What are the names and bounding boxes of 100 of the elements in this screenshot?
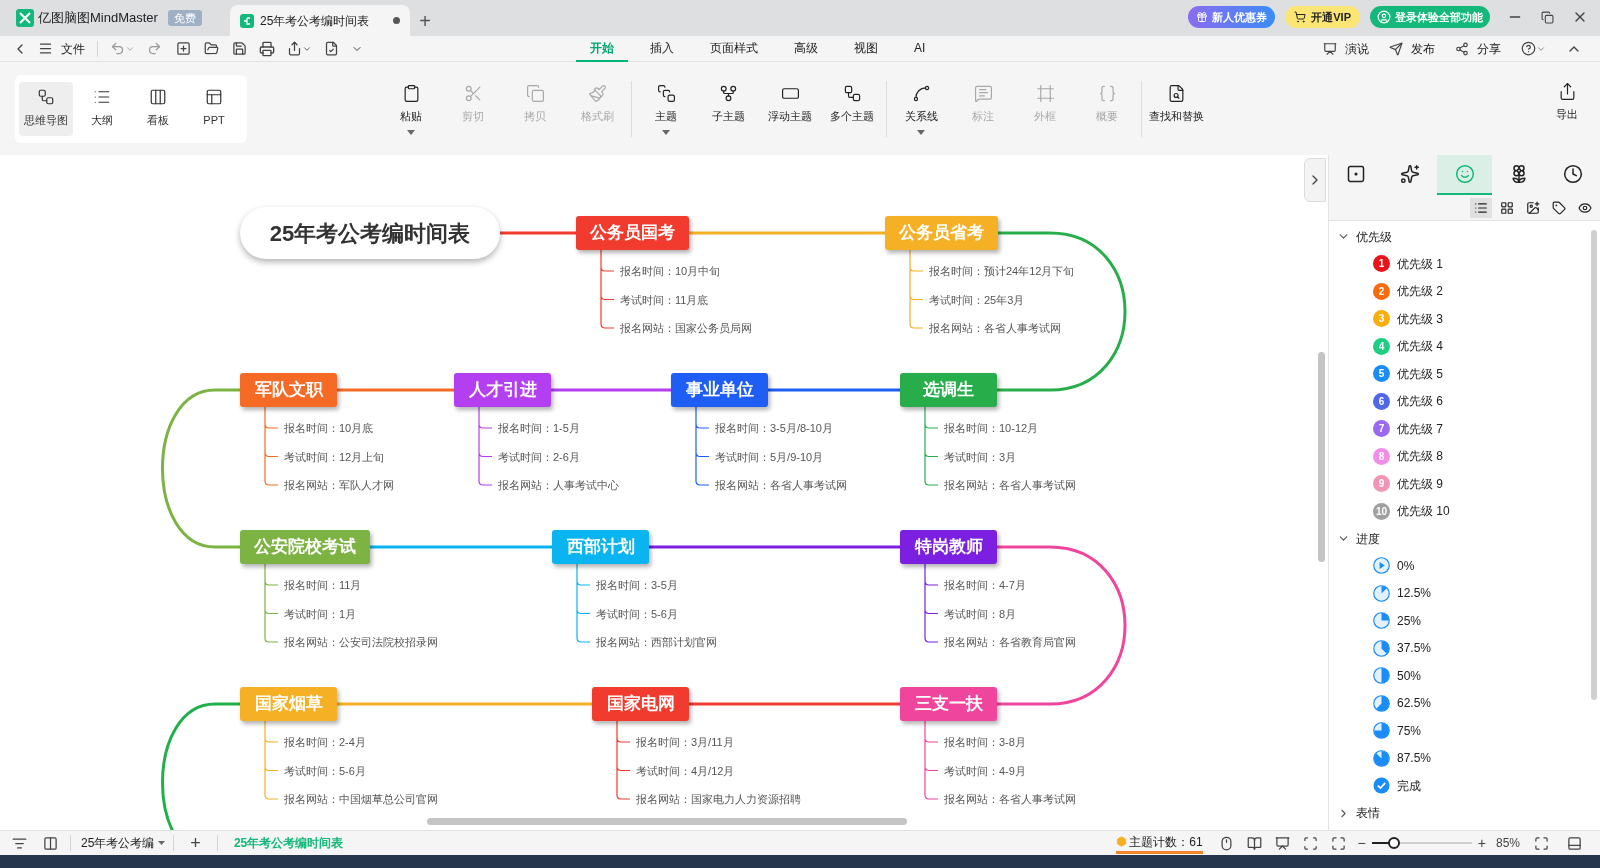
view-mode-button[interactable] [1470, 197, 1492, 218]
toolbar-button[interactable]: 多个主题 [821, 73, 883, 144]
zoom-level[interactable]: 85% [1495, 834, 1520, 852]
columns-icon[interactable] [43, 835, 58, 851]
marker-option[interactable]: 优先级 4 [1397, 337, 1443, 356]
subtopic-text[interactable]: 报名网站：中国烟草总公司官网 [284, 792, 438, 806]
sheet-dropdown[interactable]: 25年考公考编 [81, 834, 166, 852]
subtopic-text[interactable]: 报名网站：人事考试中心 [498, 478, 619, 492]
view-mode-button[interactable]: 思维导图 [19, 81, 73, 136]
subtopic-text[interactable]: 考试时间：11月底 [620, 292, 709, 307]
document-tab[interactable]: 25年考公考编时间表 [230, 5, 410, 36]
menu-tab[interactable]: 高级 [780, 36, 832, 62]
marker-option[interactable]: 优先级 1 [1397, 254, 1443, 273]
subtopic-text[interactable]: 报名网站：军队人才网 [284, 478, 394, 492]
subtopic-text[interactable]: 考试时间：25年3月 [929, 292, 1025, 307]
new-tab-button[interactable]: + [410, 5, 440, 36]
menu-tab[interactable]: 视图 [840, 36, 892, 62]
menu-tab[interactable]: AI [900, 36, 940, 62]
toolbar-button[interactable]: 浮动主题 [759, 73, 821, 144]
expand-icon[interactable] [1534, 835, 1549, 851]
subtopic-text[interactable]: 报名时间：11月 [284, 578, 362, 592]
section-header[interactable]: 进度 [1329, 525, 1380, 552]
marker-option[interactable]: 50% [1397, 666, 1422, 685]
view-mode-button[interactable]: 看板 [131, 81, 185, 136]
print-icon[interactable] [259, 40, 275, 57]
section-header[interactable]: 表情 [1329, 799, 1380, 827]
view-mode-button[interactable]: PPT [187, 81, 241, 136]
subtopic-text[interactable]: 报名时间：10月底 [284, 421, 374, 435]
marker-option[interactable]: 优先级 5 [1397, 364, 1443, 383]
outline-icon[interactable] [12, 835, 27, 851]
new-icon[interactable] [176, 41, 191, 56]
menu-icon[interactable] [38, 41, 53, 56]
subtopic-text[interactable]: 报名时间：10月中旬 [620, 264, 721, 278]
scrollbar[interactable] [1591, 230, 1597, 700]
mouse-icon[interactable] [1218, 835, 1234, 851]
marker-option[interactable]: 37.5% [1397, 639, 1432, 658]
marker-option[interactable]: 87.5% [1397, 749, 1432, 768]
toolbar-button[interactable]: 关系线 [890, 73, 952, 144]
presenter-icon[interactable] [1274, 835, 1290, 851]
subtopic-text[interactable]: 报名时间：3-8月 [944, 735, 1026, 749]
vip-button[interactable]: 开通VIP [1285, 6, 1360, 28]
topic-node[interactable]: 特岗教师 [900, 530, 997, 564]
marker-option[interactable]: 优先级 8 [1397, 447, 1443, 466]
marker-option[interactable]: 优先级 9 [1397, 474, 1443, 493]
subtopic-text[interactable]: 报名时间：3月/11月 [636, 735, 734, 749]
file-menu[interactable]: 文件 [61, 39, 85, 58]
topic-node[interactable]: 公务员国考 [576, 216, 689, 250]
zoom-in-button[interactable]: + [1477, 832, 1486, 854]
topic-node[interactable]: 国家电网 [592, 687, 689, 721]
marker-option[interactable]: 优先级 2 [1397, 282, 1443, 301]
subtopic-text[interactable]: 报名网站：各省人事考试网 [944, 478, 1076, 492]
fit-icon[interactable] [1302, 835, 1318, 851]
subtopic-text[interactable]: 考试时间：5-6月 [284, 763, 366, 778]
menu-tab[interactable]: 页面样式 [696, 36, 772, 62]
subtopic-text[interactable]: 考试时间：1月 [284, 606, 357, 621]
add-sheet-button[interactable]: + [190, 834, 201, 852]
subtopic-text[interactable]: 报名网站：国家电力人力资源招聘 [636, 792, 801, 806]
panel-icon[interactable] [1567, 835, 1582, 851]
subtopic-text[interactable]: 考试时间：4月/12月 [636, 763, 735, 778]
topic-node[interactable]: 事业单位 [671, 373, 768, 407]
toolbar-button[interactable]: 查找和替换 [1145, 73, 1207, 144]
subtopic-text[interactable]: 报名时间：3-5月/8-10月 [715, 421, 833, 435]
toolbar-action[interactable]: 分享 [1455, 39, 1501, 58]
restore-icon[interactable] [1541, 10, 1554, 24]
help-icon[interactable] [1521, 41, 1536, 56]
toolbar-button[interactable]: 主题 [635, 73, 697, 144]
redo-icon[interactable] [147, 41, 162, 56]
marker-option[interactable]: 完成 [1397, 776, 1421, 795]
subtopic-text[interactable]: 报名时间：10-12月 [944, 421, 1039, 435]
subtopic-text[interactable]: 考试时间：4-9月 [944, 763, 1026, 778]
undo-icon[interactable] [110, 41, 125, 56]
marker-option[interactable]: 25% [1397, 611, 1422, 630]
subtopic-text[interactable]: 报名时间：1-5月 [498, 421, 580, 435]
subtopic-text[interactable]: 考试时间：5-6月 [596, 606, 678, 621]
marker-option[interactable]: 优先级 10 [1397, 502, 1450, 521]
marker-option[interactable]: 12.5% [1397, 584, 1432, 603]
subtopic-text[interactable]: 报名网站：西部计划官网 [596, 635, 717, 649]
subtopic-text[interactable]: 考试时间：12月上旬 [284, 449, 385, 464]
marker-option[interactable]: 0% [1397, 556, 1415, 575]
folder-icon[interactable] [204, 41, 219, 56]
subtopic-text[interactable]: 报名时间：2-4月 [284, 735, 366, 749]
root-topic[interactable]: 25年考公考编时间表 [240, 207, 500, 259]
toolbar-button[interactable]: 子主题 [697, 73, 759, 144]
menu-tab[interactable]: 插入 [636, 36, 688, 62]
subtopic-text[interactable]: 报名网站：各省人事考试网 [944, 792, 1076, 806]
zoom-slider-thumb[interactable] [1387, 837, 1400, 849]
subtopic-text[interactable]: 考试时间：2-6月 [498, 449, 580, 464]
marker-option[interactable]: 优先级 3 [1397, 309, 1443, 328]
zoom-out-button[interactable]: − [1357, 832, 1366, 854]
subtopic-text[interactable]: 考试时间：8月 [944, 606, 1017, 621]
topic-node[interactable]: 人才引进 [454, 373, 551, 407]
subtopic-text[interactable]: 报名时间：3-5月 [596, 578, 678, 592]
marker-option[interactable]: 优先级 6 [1397, 392, 1443, 411]
book-icon[interactable] [1246, 835, 1262, 851]
scrollbar[interactable] [1318, 352, 1325, 562]
export-icon[interactable] [287, 41, 302, 56]
subtopic-text[interactable]: 报名网站：各省教育局官网 [944, 635, 1076, 649]
document-check-icon[interactable] [324, 41, 339, 56]
subtopic-text[interactable]: 报名时间：预计24年12月下旬 [929, 264, 1075, 278]
section-header[interactable]: 优先级 [1329, 223, 1392, 250]
